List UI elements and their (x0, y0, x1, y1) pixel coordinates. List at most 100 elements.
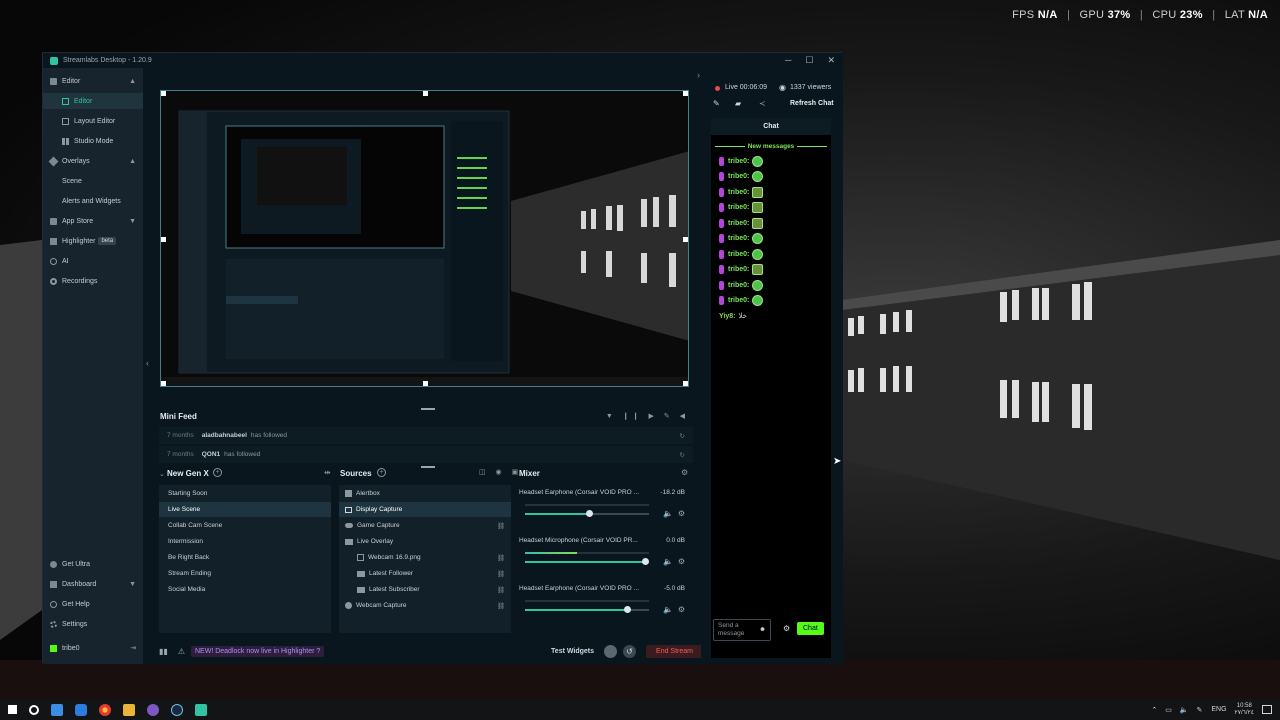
chat-username[interactable]: tribe0: (728, 204, 749, 211)
volume-slider[interactable] (525, 558, 650, 565)
send-chat-button[interactable]: Chat (797, 622, 824, 635)
volume-slider[interactable] (525, 510, 649, 517)
volume-knob[interactable] (642, 558, 650, 565)
scene-item[interactable]: Starting Soon (159, 486, 331, 501)
link-icon[interactable]: ⛓ (497, 586, 505, 594)
sidebar-item-user[interactable]: tribe0 ⇥ (43, 640, 143, 656)
replay-buffer-icon[interactable]: ↺ (623, 644, 637, 658)
source-item[interactable]: Game Capture ⛓ (339, 518, 511, 533)
resize-handle[interactable] (683, 381, 688, 386)
end-stream-button[interactable]: End Stream (646, 644, 703, 658)
collapse-right-icon[interactable]: › (697, 70, 700, 80)
transition-icon[interactable]: ⇹ (324, 468, 331, 477)
sidebar-item-ai[interactable]: AI (43, 253, 143, 269)
sidebar-item-editor[interactable]: Editor ▲ (43, 73, 143, 89)
link-icon[interactable]: ⛓ (497, 570, 505, 578)
refresh-chat-button[interactable]: Refresh Chat (790, 100, 834, 107)
sidebar-item-highlighter[interactable]: Highlighter beta (43, 233, 143, 249)
gear-icon[interactable]: ⚙ (681, 468, 688, 477)
link-icon[interactable]: ⛓ (497, 522, 505, 530)
sidebar-item-scene[interactable]: Scene (43, 173, 143, 189)
drag-handle[interactable] (421, 466, 435, 468)
chat-username[interactable]: tribe0: (728, 282, 749, 289)
sidebar-item-settings[interactable]: Settings (43, 616, 143, 632)
stream-preview-canvas[interactable] (160, 90, 689, 387)
scene-item[interactable]: Social Media (159, 582, 331, 597)
speaker-icon[interactable]: 🔈 (663, 509, 673, 518)
sidebar-item-dashboard[interactable]: Dashboard ▼ (43, 576, 143, 592)
source-item[interactable]: Webcam Capture ⛓ (339, 598, 511, 613)
source-item[interactable]: Latest Follower ⛓ (339, 566, 511, 581)
resize-handle[interactable] (423, 381, 428, 386)
chat-username[interactable]: tribe0: (728, 297, 749, 304)
notification-icon[interactable] (1262, 705, 1272, 714)
close-button[interactable]: ✕ (827, 55, 835, 66)
language-indicator[interactable]: ENG (1211, 706, 1226, 713)
source-toolbar-icons[interactable]: ◫ ◉ ▣ (479, 468, 522, 476)
minimize-button[interactable]: ─ (785, 55, 791, 66)
chat-username[interactable]: tribe0: (728, 266, 749, 273)
streamlabs-icon[interactable] (195, 703, 207, 716)
collapse-left-icon[interactable]: ‹ (146, 358, 149, 368)
scenes-title[interactable]: New Gen X (167, 469, 209, 478)
volume-knob[interactable] (586, 510, 594, 517)
chat-username[interactable]: Yiy8: (719, 313, 735, 320)
chrome-icon[interactable] (99, 703, 111, 716)
chat-input[interactable]: Send a message ☻ (713, 619, 771, 641)
app-icon[interactable] (147, 703, 159, 716)
edge-icon[interactable] (75, 703, 87, 716)
replay-icon[interactable]: ↻ (680, 451, 685, 459)
scene-item[interactable]: Be Right Back (159, 550, 331, 565)
scene-item[interactable]: Stream Ending (159, 566, 331, 581)
add-source-icon[interactable]: + (377, 468, 386, 477)
folder-icon[interactable] (123, 703, 135, 716)
sidebar-item-studio-mode[interactable]: Studio Mode (43, 133, 143, 149)
clapperboard-icon[interactable]: ▰ (735, 99, 741, 108)
share-icon[interactable]: ≺ (759, 99, 766, 108)
clock[interactable]: 10:58 ٢٧/٦/٢٤ (1235, 703, 1254, 717)
gear-icon[interactable]: ⚙ (783, 624, 790, 633)
source-item[interactable]: Latest Subscriber ⛓ (339, 582, 511, 597)
tray-icons[interactable]: ⌃ ▭ 🔈 ✎ (1151, 706, 1205, 714)
sidebar-item-recordings[interactable]: Recordings (43, 273, 143, 289)
scene-item[interactable]: Collab Cam Scene (159, 518, 331, 533)
resize-handle[interactable] (683, 91, 688, 96)
maximize-button[interactable]: ☐ (805, 55, 813, 66)
feed-controls[interactable]: ▼ ❙❙ ▶ ✎ ◀ (606, 412, 689, 420)
steam-icon[interactable] (171, 703, 183, 716)
resize-handle[interactable] (423, 91, 428, 96)
sidebar-item-app-store[interactable]: App Store ▼ (43, 213, 143, 229)
resize-handle[interactable] (161, 91, 166, 96)
news-banner[interactable]: NEW! Deadlock now live in Highlighter ? (190, 645, 325, 657)
speaker-icon[interactable]: 🔈 (663, 557, 673, 566)
replay-icon[interactable]: ↻ (680, 432, 685, 440)
chat-username[interactable]: tribe0: (728, 173, 749, 180)
sidebar-item-overlays[interactable]: Overlays ▲ (43, 153, 143, 169)
record-button[interactable] (604, 644, 618, 658)
chat-username[interactable]: tribe0: (728, 251, 749, 258)
resize-handle[interactable] (683, 237, 688, 242)
chat-username[interactable]: tribe0: (728, 235, 749, 242)
chat-username[interactable]: tribe0: (728, 189, 749, 196)
gear-icon[interactable]: ⚙ (678, 509, 685, 518)
resize-handle[interactable] (161, 237, 166, 242)
stats-icon[interactable]: ▮▮ (159, 647, 168, 656)
sidebar-item-alerts[interactable]: Alerts and Widgets (43, 193, 143, 209)
gear-icon[interactable]: ⚙ (678, 605, 685, 614)
store-icon[interactable] (51, 703, 63, 716)
scene-item[interactable]: Intermission (159, 534, 331, 549)
source-item[interactable]: Display Capture (339, 502, 511, 517)
search-icon[interactable] (29, 704, 39, 715)
title-bar[interactable]: Streamlabs Desktop - 1.20.9 ─ ☐ ✕ (43, 53, 843, 68)
logout-icon[interactable]: ⇥ (130, 644, 136, 652)
chat-username[interactable]: tribe0: (728, 220, 749, 227)
speaker-icon[interactable]: 🔈 (663, 605, 673, 614)
link-icon[interactable]: ⛓ (497, 554, 505, 562)
emoji-icon[interactable]: ☻ (759, 626, 766, 634)
windows-start-icon[interactable] (8, 705, 17, 714)
sidebar-item-get-help[interactable]: Get Help (43, 596, 143, 612)
source-item[interactable]: Alertbox (339, 486, 511, 501)
chevron-down-icon[interactable]: ⌄ (159, 470, 165, 478)
sidebar-item-get-ultra[interactable]: Get Ultra (43, 556, 143, 572)
edit-icon[interactable]: ✎ (713, 99, 720, 108)
